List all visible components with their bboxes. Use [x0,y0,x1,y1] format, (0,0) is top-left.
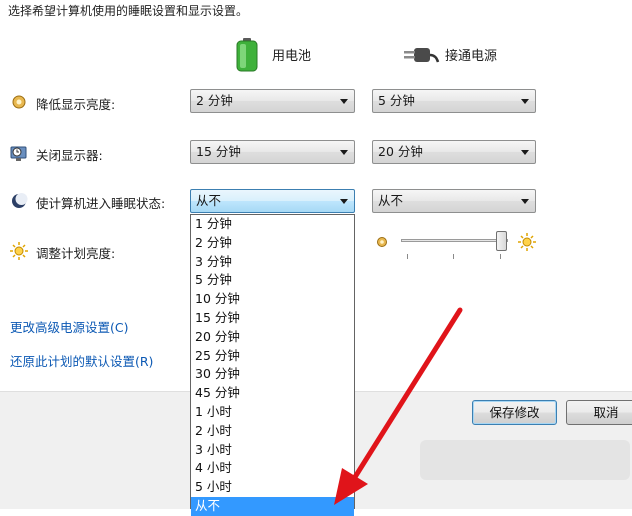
chevron-down-icon [521,199,529,204]
sleep-plugged-select[interactable]: 从不 [372,189,536,213]
turn-off-display-label: 关闭显示器: [36,148,103,163]
dim-display-battery-value: 2 分钟 [196,93,233,108]
dim-display-battery-select[interactable]: 2 分钟 [190,89,355,113]
slider-tick [407,254,408,259]
bright-sun-icon [518,233,536,251]
moon-icon [10,192,28,210]
chevron-down-icon [521,150,529,155]
brightness-slider-thumb[interactable] [496,231,507,251]
sleep-battery-select[interactable]: 从不 [190,189,355,213]
monitor-clock-icon [10,144,28,162]
battery-icon [236,38,258,72]
chevron-down-icon [521,99,529,104]
dropdown-option[interactable]: 1 分钟 [191,215,354,234]
annotation-arrow-icon [334,307,463,505]
dropdown-option[interactable]: 5 分钟 [191,271,354,290]
sun-icon [10,242,28,260]
dropdown-option[interactable]: 2 分钟 [191,234,354,253]
advanced-power-settings-link[interactable]: 更改高级电源设置(C) [10,317,128,336]
sleep-battery-value: 从不 [196,193,222,208]
sleep-plugged-value: 从不 [378,193,404,208]
brightness-label: 调整计划亮度: [36,246,116,261]
turn-off-display-plugged-value: 20 分钟 [378,144,423,159]
slider-tick [453,254,454,259]
sleep-label: 使计算机进入睡眠状态: [36,196,166,211]
slider-tick [500,254,501,259]
dim-display-label: 降低显示亮度: [36,97,116,112]
dim-brightness-icon [10,93,28,111]
dim-display-plugged-value: 5 分钟 [378,93,415,108]
turn-off-display-battery-select[interactable]: 15 分钟 [190,140,355,164]
turn-off-display-plugged-select[interactable]: 20 分钟 [372,140,536,164]
chevron-down-icon [340,99,348,104]
intro-text: 选择希望计算机使用的睡眠设置和显示设置。 [8,4,249,18]
chevron-down-icon [340,150,348,155]
restore-defaults-link[interactable]: 还原此计划的默认设置(R) [10,351,153,370]
battery-column-header: 用电池 [272,49,312,64]
power-plug-icon [400,44,440,68]
dim-display-plugged-select[interactable]: 5 分钟 [372,89,536,113]
dropdown-option[interactable]: 3 分钟 [191,253,354,272]
brightness-slider-track[interactable] [401,239,508,242]
plugged-column-header: 接通电源 [445,49,498,64]
turn-off-display-battery-value: 15 分钟 [196,144,241,159]
dim-brightness-icon [376,236,388,248]
cancel-button[interactable]: 取消 [566,400,632,425]
save-changes-button[interactable]: 保存修改 [472,400,557,425]
chevron-down-icon [340,199,348,204]
